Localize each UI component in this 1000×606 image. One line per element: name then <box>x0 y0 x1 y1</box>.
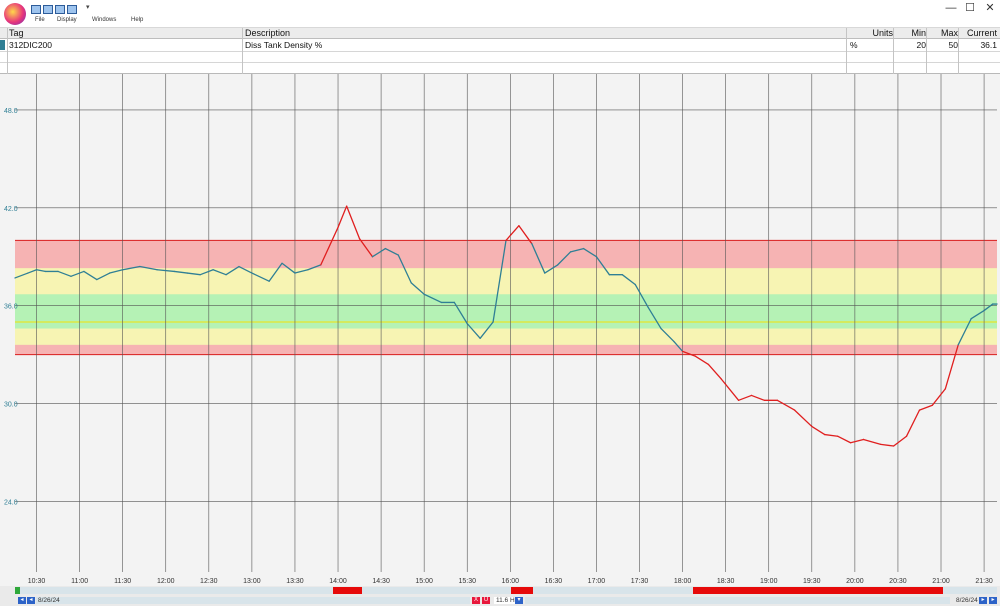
trend-chart-svg[interactable]: 24.0 30.0 36.0 42.0 48.0 10:30 11:00 11:30 12:00… <box>0 74 1000 586</box>
row-description: Diss Tank Density % <box>245 40 323 50</box>
title-bar: ▾ File Display Windows Help — ☐ ✕ <box>0 0 1000 28</box>
header-current[interactable]: Current <box>960 28 997 39</box>
start-date: 8/26/24 <box>38 597 60 604</box>
row-max: 50 <box>948 40 958 50</box>
x-tick-label: 21:30 <box>975 578 993 585</box>
x-tick-label: 14:00 <box>329 578 347 585</box>
header-max[interactable]: Max <box>928 28 958 39</box>
x-tick-label: 11:00 <box>71 578 88 585</box>
y-tick-label: 24.0 <box>4 499 18 506</box>
x-tick-label: 17:30 <box>631 578 649 585</box>
alarm-segment[interactable] <box>511 587 533 594</box>
time-span[interactable]: 11.6 H <box>494 597 517 604</box>
limit-band-inner <box>15 294 997 329</box>
menu-display[interactable]: Display <box>57 17 77 23</box>
menu-windows[interactable]: Windows <box>92 17 116 23</box>
y-tick-label: 36.0 <box>4 304 18 311</box>
x-button[interactable]: X <box>472 597 480 604</box>
x-tick-label: 16:30 <box>545 578 563 585</box>
x-tick-label: 15:00 <box>415 578 433 585</box>
x-tick-label: 10:30 <box>28 578 46 585</box>
trend-chart[interactable]: 24.0 30.0 36.0 42.0 48.0 10:30 11:00 11:30 12:00… <box>0 74 1000 586</box>
save-as-icon[interactable] <box>55 5 65 14</box>
row-current: 36.1 <box>980 40 997 50</box>
row-units: % <box>850 40 858 50</box>
table-col-divider <box>893 28 894 74</box>
x-tick-label: 13:00 <box>243 578 261 585</box>
header-min[interactable]: Min <box>895 28 926 39</box>
x-tick-label: 19:30 <box>803 578 821 585</box>
x-tick-label: 11:30 <box>114 578 131 585</box>
table-row-divider <box>0 51 1000 52</box>
y-tick-label: 48.0 <box>4 108 18 115</box>
x-tick-label: 15:30 <box>458 578 476 585</box>
trend-color-swatch <box>0 40 5 50</box>
x-tick-label: 16:00 <box>502 578 520 585</box>
table-row-divider <box>0 62 1000 63</box>
zoom-in-icon[interactable]: ▸ <box>979 597 987 604</box>
close-button[interactable]: ✕ <box>983 2 997 14</box>
alarm-segment[interactable] <box>693 587 943 594</box>
header-description[interactable]: Description <box>245 28 845 39</box>
y-tick-label: 30.0 <box>4 402 18 409</box>
time-navigation-bar: ◂ ◂ 8/26/24 X U 11.6 H ▾ 8/26/24 ▸ ▸ <box>0 586 1000 606</box>
menu-file[interactable]: File <box>35 17 45 23</box>
timeline-start-marker <box>15 587 20 594</box>
x-tick-label: 18:00 <box>674 578 692 585</box>
customize-toolbar-icon[interactable]: ▾ <box>86 3 90 11</box>
scroll-track-right[interactable] <box>525 597 950 604</box>
open-icon[interactable] <box>31 5 41 14</box>
header-units[interactable]: Units <box>848 28 893 39</box>
x-tick-label: 20:00 <box>846 578 864 585</box>
x-tick-label: 17:00 <box>588 578 606 585</box>
header-tag[interactable]: Tag <box>9 28 239 39</box>
menu-help[interactable]: Help <box>131 17 143 23</box>
app-logo-icon <box>4 3 26 25</box>
x-tick-label: 13:30 <box>286 578 304 585</box>
table-col-divider <box>846 28 847 74</box>
row-tag[interactable]: 312DIC200 <box>9 40 239 51</box>
alarm-segment[interactable] <box>333 587 362 594</box>
trend-window: ▾ File Display Windows Help — ☐ ✕ Tag De… <box>0 0 1000 606</box>
x-tick-label: 12:00 <box>157 578 175 585</box>
x-tick-label: 19:00 <box>760 578 778 585</box>
u-button[interactable]: U <box>482 597 490 604</box>
x-tick-label: 18:30 <box>717 578 735 585</box>
row-min: 20 <box>916 40 926 50</box>
scroll-left-icon[interactable]: ◂ <box>18 597 26 604</box>
print-icon[interactable] <box>67 5 77 14</box>
span-dropdown-icon[interactable]: ▾ <box>515 597 523 604</box>
table-col-divider <box>958 28 959 74</box>
y-tick-label: 42.0 <box>4 206 18 213</box>
end-date: 8/26/24 <box>956 597 978 604</box>
maximize-button[interactable]: ☐ <box>963 2 977 14</box>
save-icon[interactable] <box>43 5 53 14</box>
scroll-right-icon[interactable]: ▸ <box>989 597 997 604</box>
x-tick-label: 21:00 <box>932 578 950 585</box>
minimize-button[interactable]: — <box>944 2 958 14</box>
table-col-divider <box>7 28 8 74</box>
scroll-track-left[interactable] <box>36 597 470 604</box>
x-tick-label: 14:30 <box>372 578 390 585</box>
tag-table: Tag Description Units Min Max Current 31… <box>0 28 1000 74</box>
table-col-divider <box>926 28 927 74</box>
zoom-out-icon[interactable]: ◂ <box>27 597 35 604</box>
x-tick-label: 12:30 <box>200 578 218 585</box>
table-col-divider <box>242 28 243 74</box>
x-tick-label: 20:30 <box>889 578 907 585</box>
